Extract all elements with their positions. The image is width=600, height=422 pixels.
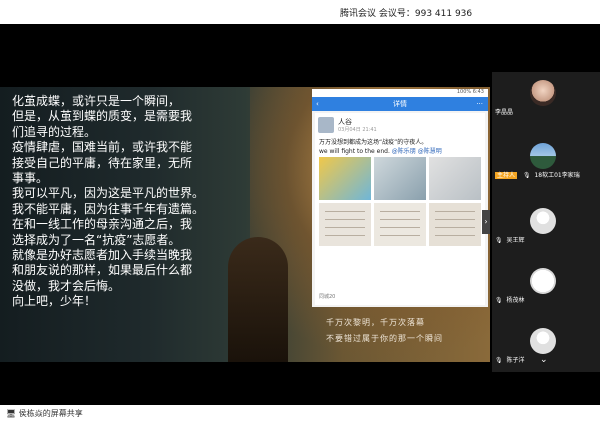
post-photo (319, 157, 371, 200)
poem-line: 在和一线工作的母亲沟通之后，我 (12, 217, 193, 232)
chevron-down-icon[interactable]: ⌄ (540, 355, 548, 365)
mic-icon: 🎙 (522, 172, 531, 179)
participant-name: 杨茂林 (506, 297, 525, 304)
moments-post: 人谷 03月04日 21:41 万万没想到都成为这场“战疫”的守夜人。 we w… (315, 113, 485, 305)
slide-tail-line2: 不要错过属于你的那一个瞬间 (326, 334, 443, 343)
poem-line: 向上吧，少年！ (12, 294, 97, 309)
poem-line: 就像是办好志愿者加入手续当晚我 (12, 248, 193, 263)
post-photo (429, 157, 481, 200)
poem-line: 我不能平庸，因为往事千年有遗篇。 (12, 201, 205, 216)
slide-poem: 化茧成蝶，或许只是一个瞬间， 但是，从茧到蝶的质变，是需要我 们追寻的过程。 疫… (12, 94, 260, 310)
poem-line: 化茧成蝶，或许只是一个瞬间， (12, 94, 181, 108)
participant-name-row: 🎙 杨茂林 (495, 295, 525, 304)
poem-line: 没做，我才会后悔。 (12, 278, 121, 293)
more-icon: ··· (476, 100, 483, 108)
participant-name: 18软工01李家瑞 (534, 172, 580, 179)
participant-tile[interactable]: 🎙 吴王辉 (492, 202, 600, 246)
phone-status-bar: 100% 6:43 (312, 89, 488, 97)
poem-line: 事事。 (12, 171, 49, 186)
phone-nav-title: 详情 (393, 100, 407, 108)
screen-share-text: 侯栋焱的屏幕共享 (18, 409, 83, 418)
post-photo-grid (319, 157, 481, 291)
participant-tile[interactable]: 🎙 杨茂林 (492, 262, 600, 306)
phone-nav-bar: ‹ 详情 ··· (312, 97, 488, 111)
poem-line: 们追寻的过程。 (12, 124, 97, 139)
post-text-line1: 万万没想到都成为这场“战疫”的守夜人。 (319, 139, 428, 146)
post-avatar (318, 117, 334, 133)
poem-line: 但是，从茧到蝶的质变，是需要我 (12, 109, 193, 124)
screen-share-icon: 🖥 (6, 409, 17, 418)
phone-screenshot: 100% 6:43 ‹ 详情 ··· 人谷 03月04日 21:41 万万没想到… (312, 89, 488, 307)
participant-name-row: 🎙 吴王辉 (495, 235, 525, 244)
phone-status-text: 100% 6:43 (456, 89, 484, 95)
meeting-title: 腾讯会议 会议号：993 411 936 (340, 9, 473, 19)
post-text-line2: we will fight to the end. @陈乐朋 @陈慧明 (319, 146, 442, 155)
poem-line: 我可以平凡，因为这是平凡的世界。 (12, 186, 205, 201)
collapse-sidebar-button[interactable]: › (482, 210, 490, 234)
avatar (530, 143, 556, 169)
avatar (530, 208, 556, 234)
slide-tail-line1: 千万次黎明，千万次落幕 (326, 318, 425, 327)
back-arrow-icon: ‹ (316, 100, 319, 108)
avatar (530, 80, 556, 106)
post-photo (319, 203, 371, 246)
participant-name: 陈子洋 (506, 357, 525, 364)
poem-line: 和朋友说的那样，如果最后什么都 (12, 263, 193, 278)
poem-line: 疫情肆虐，国难当前，或许我不能 (12, 140, 193, 155)
avatar (530, 268, 556, 294)
mic-icon: 🎙 (495, 297, 503, 304)
post-caption: 同城20 (319, 294, 336, 300)
meeting-header: 腾讯会议 会议号：993 411 936 (0, 0, 600, 24)
poem-line: 选择成为了一名“抗疫”志愿者。 (12, 232, 181, 247)
host-badge: 主持人 (495, 172, 518, 179)
post-time: 03月04日 21:41 (338, 127, 377, 133)
participant-tile[interactable]: 李晶晶 (492, 74, 600, 118)
shared-screen: 化茧成蝶，或许只是一个瞬间， 但是，从茧到蝶的质变，是需要我 们追寻的过程。 疫… (0, 87, 490, 362)
post-mentions: @陈乐朋 @陈慧明 (391, 148, 442, 155)
screen-share-label: 🖥 侯栋焱的屏幕共享 (6, 408, 83, 419)
participant-name-row: 🎙 陈子洋 (495, 355, 525, 364)
participant-list: 李晶晶 主持人 🎙 18软工01李家瑞 🎙 吴王辉 🎙 杨茂林 🎙 陈子洋 (492, 72, 600, 372)
mic-icon: 🎙 (495, 357, 503, 364)
share-status-bar: 🖥 侯栋焱的屏幕共享 (0, 405, 600, 422)
post-text-prefix: we will fight to the end. (319, 148, 390, 155)
post-photo (429, 203, 481, 246)
participant-tile[interactable]: 主持人 🎙 18软工01李家瑞 (492, 137, 600, 181)
post-photo (374, 203, 426, 246)
participant-name: 李晶晶 (495, 109, 514, 116)
participant-name: 吴王辉 (506, 237, 525, 244)
avatar (530, 328, 556, 354)
post-photo (374, 157, 426, 200)
mic-icon: 🎙 (495, 237, 503, 244)
poem-line: 接受自己的平庸，待在家里，无所 (12, 155, 193, 170)
participant-name-row: 主持人 🎙 18软工01李家瑞 (495, 170, 580, 179)
